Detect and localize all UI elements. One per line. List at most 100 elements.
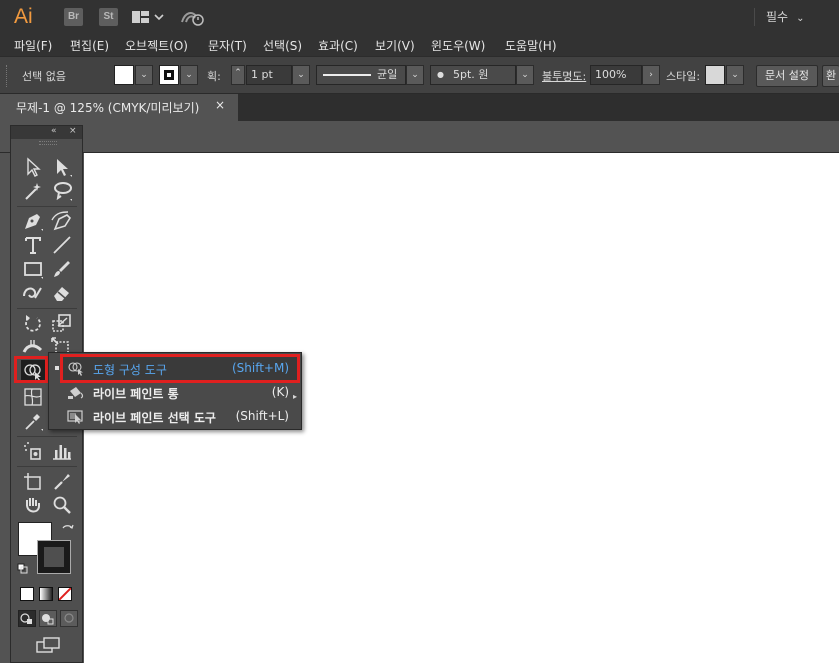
slice-tool-icon[interactable] [50,470,74,492]
menu-view[interactable]: 보기(V) [375,37,415,54]
menu-type[interactable]: 문자(T) [208,37,247,54]
stroke-weight-field[interactable]: 1 pt [246,65,292,85]
draw-normal-icon[interactable] [18,610,36,627]
close-icon[interactable]: × [215,98,225,112]
gradient-mode-button[interactable] [39,587,53,601]
magic-wand-tool-icon[interactable] [21,180,45,202]
menu-effect[interactable]: 효과(C) [318,37,358,54]
flyout-item-live-paint-selection[interactable]: 라이브 페인트 선택 도구 (Shift+L) [63,405,299,429]
direct-selection-tool-icon[interactable] [50,156,74,178]
bridge-button[interactable]: Br [64,8,83,26]
symbol-sprayer-tool-icon[interactable] [21,440,45,462]
tools-separator [17,308,77,309]
app-logo: Ai [14,5,33,28]
chevron-down-icon: ⌄ [796,13,805,24]
stroke-weight-spinner[interactable]: ⌃ [231,65,245,85]
tools-separator [17,206,77,207]
menu-help[interactable]: 도움말(H) [505,37,557,54]
swap-fill-stroke-icon[interactable] [61,524,75,536]
stroke-swatch-inner [164,70,174,80]
flyout-item-live-paint-bucket[interactable]: 라이브 페인트 통 (K) [63,381,299,405]
lasso-tool-icon[interactable] [50,180,74,202]
workspace-switcher[interactable]: 필수 ⌄ [766,8,804,25]
color-mode-button[interactable] [20,587,34,601]
line-segment-tool-icon[interactable] [50,234,74,256]
default-fill-stroke-icon[interactable] [17,563,29,575]
preferences-button[interactable]: 환 [822,65,839,87]
type-tool-icon[interactable] [21,234,45,256]
shaper-tool-icon[interactable] [21,282,45,304]
flyout-item-callout [60,354,300,383]
stroke-label: 획: [207,70,221,83]
fill-swatch[interactable] [114,65,134,85]
title-separator [754,8,755,26]
submenu-arrow-icon: ▸ [293,392,298,401]
fill-dropdown[interactable]: ⌄ [135,65,153,85]
rotate-tool-icon[interactable] [21,312,45,334]
menu-window[interactable]: 윈도우(W) [431,37,485,54]
document-tab-title: 무제-1 @ 125% (CMYK/미리보기) [16,101,200,115]
stroke-swatch[interactable] [159,65,179,85]
scale-tool-icon[interactable] [50,312,74,334]
brush-definition[interactable]: ● 5pt. 원 [430,65,516,85]
draw-inside-icon[interactable] [60,610,78,627]
mesh-tool-icon[interactable] [21,386,45,408]
menu-edit[interactable]: 편집(E) [70,37,109,54]
change-screen-mode-icon[interactable] [35,636,61,654]
live-paint-bucket-icon [67,385,85,400]
opacity-flyout-button[interactable]: › [642,65,660,85]
menu-select[interactable]: 선택(S) [263,37,302,54]
collapse-icon[interactable]: « [51,126,57,136]
style-dropdown[interactable]: ⌄ [726,65,744,85]
brush-dropdown[interactable]: ⌄ [516,65,534,85]
document-setup-button[interactable]: 문서 설정 [756,65,818,87]
selection-tool-icon[interactable] [21,156,45,178]
artboard-tool-icon[interactable] [21,470,45,492]
control-bar-grip[interactable] [6,65,9,87]
eraser-tool-icon[interactable] [50,282,74,304]
draw-behind-icon[interactable] [39,610,57,627]
profile-line [323,74,371,76]
opacity-field[interactable]: 100% [590,65,642,85]
zoom-tool-icon[interactable] [50,494,74,516]
opacity-label[interactable]: 불투명도: [542,68,586,84]
stroke-color-proxy[interactable] [37,540,71,574]
close-icon[interactable]: × [69,126,77,136]
active-tool-callout [14,356,48,383]
brush-label: 5pt. 원 [453,68,489,81]
curvature-tool-icon[interactable] [50,210,74,232]
profile-label: 균일 [377,68,398,81]
workspace-label: 필수 [766,10,789,24]
hand-tool-icon[interactable] [21,494,45,516]
column-graph-tool-icon[interactable] [50,440,74,462]
document-tab[interactable]: 무제-1 @ 125% (CMYK/미리보기) × [0,94,238,121]
stock-button[interactable]: St [99,8,118,26]
style-label: 스타일: [666,70,701,83]
title-bar: Ai Br St 필수 ⌄ [0,0,839,34]
brush-dot-icon: ● [437,70,444,79]
gpu-performance-icon[interactable] [180,8,206,26]
canvas-pasteboard [0,121,839,153]
menu-object[interactable]: 오브젝트(O) [125,37,188,54]
flyout-item-label: 라이브 페인트 선택 도구 [93,411,216,425]
flyout-current-marker [55,366,59,370]
none-mode-button[interactable] [58,587,72,601]
selection-status: 선택 없음 [22,70,66,83]
stroke-dropdown[interactable]: ⌄ [180,65,198,85]
width-tool-icon[interactable] [21,336,45,358]
menu-file[interactable]: 파일(F) [14,37,52,54]
arrange-documents-icon[interactable] [131,9,165,25]
tools-panel-header[interactable]: « × [11,126,82,139]
pen-tool-icon[interactable] [21,210,45,232]
variable-width-profile[interactable]: 균일 [316,65,406,85]
flyout-item-shortcut: (K) [271,385,289,399]
live-paint-selection-icon [67,409,85,424]
style-swatch[interactable] [705,65,725,85]
tools-panel-grip[interactable] [39,141,57,145]
control-bar: 선택 없음 ⌄ ⌄ 획: ⌃ 1 pt ⌄ 균일 ⌄ ● 5pt. 원 ⌄ 불투… [0,56,839,94]
rectangle-tool-icon[interactable] [21,258,45,280]
paintbrush-tool-icon[interactable] [50,258,74,280]
stroke-weight-dropdown[interactable]: ⌄ [292,65,310,85]
eyedropper-tool-icon[interactable] [21,410,45,432]
profile-dropdown[interactable]: ⌄ [406,65,424,85]
